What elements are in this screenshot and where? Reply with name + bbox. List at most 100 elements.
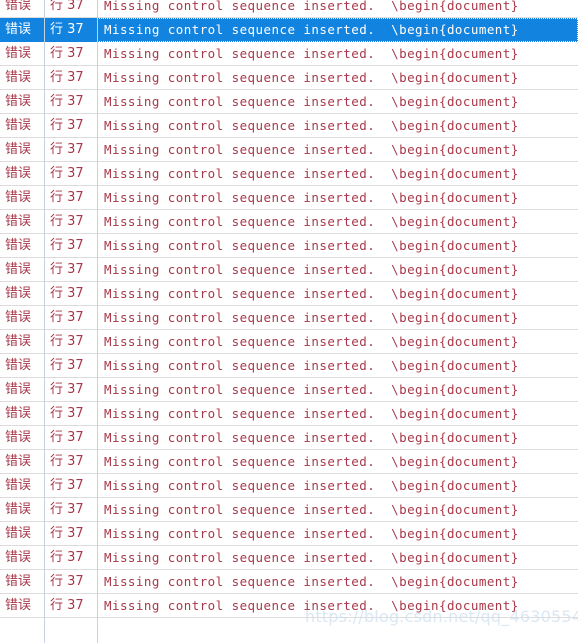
cell-error-message: Missing control sequence inserted. \begi… bbox=[104, 309, 519, 325]
cell-error-message: Missing control sequence inserted. \begi… bbox=[104, 93, 519, 109]
cell-line-number: 行 37 bbox=[50, 333, 84, 349]
table-row[interactable]: 错误 行 37 Missing control sequence inserted.… bbox=[0, 354, 578, 378]
table-row[interactable]: 错误行 37 Missing control sequence inserted.… bbox=[0, 114, 578, 138]
table-row[interactable]: 错误 行 37 Missing control sequence inserted.… bbox=[0, 522, 578, 546]
table-row[interactable]: 错误 行 37 Missing control sequence inserted.… bbox=[0, 498, 578, 522]
cell-error-message: Missing control sequence inserted. \begi… bbox=[104, 333, 519, 349]
cell-line-number: 行 37 bbox=[50, 45, 84, 61]
table-row[interactable]: 错误 行 37 Missing control sequence inserted.… bbox=[0, 42, 578, 66]
table-row[interactable]: 错误行 37 Missing control sequence inserted.… bbox=[0, 546, 578, 570]
cell-error-message: Missing control sequence inserted. \begi… bbox=[104, 0, 519, 13]
table-row[interactable]: 错误 行 37 Missing control sequence inserted.… bbox=[0, 66, 578, 90]
cell-line-number: 行 37 bbox=[50, 357, 84, 373]
cell-line-number: 行 37 bbox=[50, 69, 84, 85]
cell-error-message: Missing control sequence inserted. \begi… bbox=[104, 429, 519, 445]
cell-line-number: 行 37 bbox=[50, 453, 84, 469]
cell-line-number: 行 37 bbox=[50, 405, 84, 421]
cell-error-message: Missing control sequence inserted. \begi… bbox=[104, 141, 519, 157]
cell-error-type: 错误 bbox=[5, 333, 32, 349]
table-row[interactable]: 错误 行 37 Missing control sequence inserted.… bbox=[0, 0, 578, 18]
cell-error-type: 错误 bbox=[5, 573, 32, 589]
cell-error-type: 错误 bbox=[5, 405, 32, 421]
cell-line-number: 行 37 bbox=[50, 597, 84, 613]
cell-error-type: 错误 bbox=[5, 285, 32, 301]
cell-error-message: Missing control sequence inserted. \begi… bbox=[104, 477, 519, 493]
cell-error-message: Missing control sequence inserted. \begi… bbox=[104, 573, 519, 589]
cell-error-message: Missing control sequence inserted. \begi… bbox=[97, 17, 578, 42]
cell-error-message: Missing control sequence inserted. \begi… bbox=[104, 189, 519, 205]
table-row[interactable]: 错误 行 37 Missing control sequence inserted.… bbox=[0, 90, 578, 114]
cell-error-type: 错误 bbox=[5, 117, 32, 133]
cell-line-number: 行 37 bbox=[50, 0, 84, 13]
cell-error-type: 错误 bbox=[5, 357, 32, 373]
cell-line-number: 行 37 bbox=[50, 477, 84, 493]
cell-line-number: 行 37 bbox=[50, 573, 84, 589]
cell-error-message: Missing control sequence inserted. \begi… bbox=[104, 501, 519, 517]
cell-error-type: 错误 bbox=[5, 549, 32, 565]
error-list-panel[interactable]: 错误行 37 Missing control sequence inserted.… bbox=[0, 0, 578, 643]
cell-line-number: 行 37 bbox=[50, 213, 84, 229]
cell-error-message: Missing control sequence inserted. \begi… bbox=[104, 45, 519, 61]
cell-line-number: 行 37 bbox=[50, 285, 84, 301]
cell-error-type: 错误 bbox=[5, 189, 32, 205]
cell-line-number: 行 37 bbox=[50, 429, 84, 445]
table-row[interactable]: 错误 行 37 Missing control sequence inserted.… bbox=[0, 594, 578, 618]
cell-error-type: 错误 bbox=[5, 45, 32, 61]
cell-error-type: 错误 bbox=[5, 477, 32, 493]
cell-error-type: 错误 bbox=[0, 17, 44, 42]
cell-error-type: 错误 bbox=[5, 165, 32, 181]
error-list-rows: 错误行 37 Missing control sequence inserted.… bbox=[0, 0, 578, 618]
table-row[interactable]: 错误 行 37 Missing control sequence inserted.… bbox=[0, 474, 578, 498]
cell-error-type: 错误 bbox=[5, 69, 32, 85]
cell-error-message: Missing control sequence inserted. \begi… bbox=[104, 213, 519, 229]
cell-error-message: Missing control sequence inserted. \begi… bbox=[104, 165, 519, 181]
cell-error-message: Missing control sequence inserted. \begi… bbox=[104, 405, 519, 421]
table-row[interactable]: 错误 行 37 Missing control sequence inserted.… bbox=[0, 570, 578, 594]
cell-line-number: 行 37 bbox=[50, 381, 84, 397]
cell-error-type: 错误 bbox=[5, 237, 32, 253]
table-row[interactable]: 错误 行 37 Missing control sequence inserted.… bbox=[0, 234, 578, 258]
table-row[interactable]: 错误 行 37 Missing control sequence inserted.… bbox=[0, 378, 578, 402]
cell-error-message: Missing control sequence inserted. \begi… bbox=[104, 381, 519, 397]
cell-error-message: Missing control sequence inserted. \begi… bbox=[104, 69, 519, 85]
cell-line-number: 行 37 bbox=[50, 237, 84, 253]
table-row[interactable]: 错误 行 37 Missing control sequence inserted.… bbox=[0, 162, 578, 186]
table-row[interactable]: 错误行 37 Missing control sequence inserted.… bbox=[0, 450, 578, 474]
cell-error-message: Missing control sequence inserted. \begi… bbox=[104, 237, 519, 253]
table-row[interactable]: 错误 行 37 Missing control sequence inserted.… bbox=[0, 210, 578, 234]
cell-line-number: 行 37 bbox=[50, 141, 84, 157]
cell-error-message: Missing control sequence inserted. \begi… bbox=[104, 357, 519, 373]
cell-error-message: Missing control sequence inserted. \begi… bbox=[104, 261, 519, 277]
table-row[interactable]: 错误行 37 Missing control sequence inserted.… bbox=[0, 17, 578, 42]
table-row[interactable]: 错误行 37 Missing control sequence inserted.… bbox=[0, 186, 578, 210]
cell-error-message: Missing control sequence inserted. \begi… bbox=[104, 117, 519, 133]
cell-error-type: 错误 bbox=[5, 213, 32, 229]
cell-error-type: 错误 bbox=[5, 309, 32, 325]
cell-error-message: Missing control sequence inserted. \begi… bbox=[104, 597, 519, 613]
cell-error-message: Missing control sequence inserted. \begi… bbox=[104, 549, 519, 565]
cell-line-number: 行 37 bbox=[50, 501, 84, 517]
table-row[interactable]: 错误 行 37 Missing control sequence inserted.… bbox=[0, 138, 578, 162]
cell-error-type: 错误 bbox=[5, 0, 32, 13]
cell-error-type: 错误 bbox=[5, 501, 32, 517]
table-row[interactable]: 错误行 37 Missing control sequence inserted.… bbox=[0, 282, 578, 306]
table-row[interactable]: 错误 行 37 Missing control sequence inserted.… bbox=[0, 258, 578, 282]
cell-error-type: 错误 bbox=[5, 525, 32, 541]
cell-line-number: 行 37 bbox=[44, 17, 97, 42]
cell-error-message: Missing control sequence inserted. \begi… bbox=[104, 525, 519, 541]
table-row[interactable]: 错误 行 37 Missing control sequence inserted.… bbox=[0, 330, 578, 354]
cell-line-number: 行 37 bbox=[50, 261, 84, 277]
cell-error-type: 错误 bbox=[5, 141, 32, 157]
table-row[interactable]: 错误 行 37 Missing control sequence inserted.… bbox=[0, 306, 578, 330]
cell-error-type: 错误 bbox=[5, 381, 32, 397]
cell-error-type: 错误 bbox=[5, 261, 32, 277]
cell-line-number: 行 37 bbox=[50, 309, 84, 325]
table-row[interactable]: 错误 行 37 Missing control sequence inserted.… bbox=[0, 402, 578, 426]
cell-line-number: 行 37 bbox=[50, 93, 84, 109]
cell-line-number: 行 37 bbox=[50, 165, 84, 181]
table-row[interactable]: 错误行 37 Missing control sequence inserted.… bbox=[0, 426, 578, 450]
cell-error-type: 错误 bbox=[5, 597, 32, 613]
cell-error-message: Missing control sequence inserted. \begi… bbox=[104, 453, 519, 469]
cell-line-number: 行 37 bbox=[50, 525, 84, 541]
cell-error-type: 错误 bbox=[5, 93, 32, 109]
